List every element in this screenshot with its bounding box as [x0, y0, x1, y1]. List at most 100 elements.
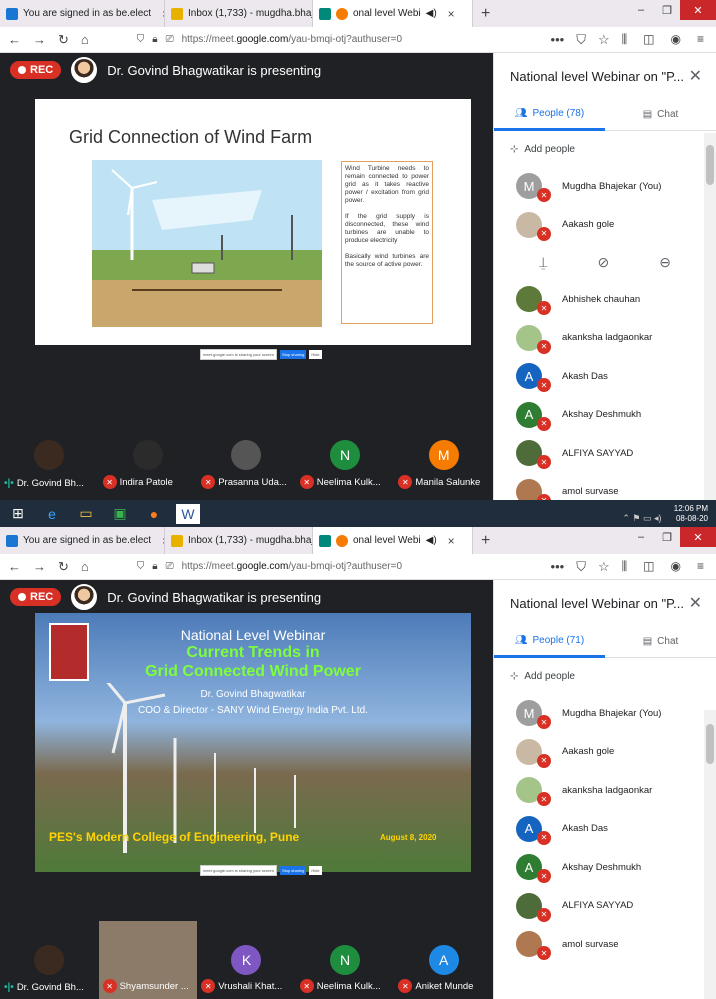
- list-item[interactable]: A ✕ Akash Das: [494, 810, 716, 849]
- avatar: ✕: [516, 931, 551, 961]
- word-icon[interactable]: W: [176, 503, 200, 524]
- browser-tab-inbox[interactable]: Inbox (1,733) - mugdha.bhajek ×: [165, 527, 313, 554]
- mute-icon[interactable]: ⊘: [597, 254, 609, 271]
- speaker-icon[interactable]: ◀): [426, 535, 437, 546]
- thumbnail-tile[interactable]: N ✕ Neelima Kulk...: [296, 921, 395, 999]
- list-item[interactable]: M ✕ Mugdha Bhajekar (You): [494, 694, 716, 733]
- pocket-icon[interactable]: ⛉: [576, 559, 586, 575]
- back-icon[interactable]: ←: [8, 32, 21, 47]
- stop-sharing-button[interactable]: Stop sharing: [279, 866, 307, 875]
- close-panel-icon[interactable]: ✕: [689, 593, 702, 613]
- new-tab-button[interactable]: +: [473, 532, 498, 550]
- address-bar[interactable]: ⛉ 🔒︎ ⎚ https://meet.google.com/yau-bmqi-…: [137, 34, 539, 45]
- close-icon[interactable]: ×: [448, 534, 455, 548]
- forward-icon[interactable]: →: [33, 559, 46, 574]
- list-item[interactable]: ✕ Abhishek chauhan: [494, 280, 716, 319]
- thumbnail-tile[interactable]: K ✕ Vrushali Khat...: [197, 921, 296, 999]
- thumbnail-tile[interactable]: N ✕ Neelima Kulk...: [296, 415, 395, 495]
- home-icon[interactable]: ⌂: [81, 32, 89, 47]
- sidebar-icon[interactable]: ◫: [643, 559, 654, 574]
- store-icon[interactable]: ▣: [108, 504, 132, 524]
- list-item[interactable]: ✕ ALFIYA SAYYAD: [494, 434, 716, 473]
- list-item[interactable]: ✕ ALFIYA SAYYAD: [494, 887, 716, 926]
- browser-tab-signed-in[interactable]: You are signed in as be.elect ×: [0, 527, 165, 554]
- browser-tab-signed-in[interactable]: You are signed in as be.elect ×: [0, 0, 165, 27]
- minimize-icon[interactable]: –: [628, 0, 654, 20]
- tab-people[interactable]: 👥︎ People (71): [494, 626, 605, 658]
- close-panel-icon[interactable]: ✕: [689, 66, 702, 86]
- bookmark-star-icon[interactable]: ☆: [598, 32, 610, 48]
- presenter-avatar: [71, 584, 98, 610]
- list-item[interactable]: ✕ Aakash gole: [494, 733, 716, 772]
- pin-icon[interactable]: ⍊: [539, 254, 547, 271]
- account-icon[interactable]: ◉: [671, 32, 681, 47]
- browser-tab-inbox[interactable]: Inbox (1,733) - mugdha.bhajek ×: [165, 0, 313, 27]
- system-clock[interactable]: ⌃ ⚑ ▭ ◂) 12:06 PM 08-08-20: [622, 504, 716, 524]
- address-bar[interactable]: ⛉ 🔒︎ ⎚ https://meet.google.com/yau-bmqi-…: [137, 561, 539, 572]
- thumbnail-tile[interactable]: ✕ Prasanna Uda...: [197, 415, 296, 495]
- mic-off-icon: ✕: [537, 188, 551, 203]
- list-item[interactable]: ✕ akanksha ladgaonkar: [494, 319, 716, 358]
- browser-tab-meet[interactable]: onal level Webi ◀) ×: [313, 527, 473, 554]
- new-tab-button[interactable]: +: [473, 5, 498, 23]
- firefox-icon[interactable]: ●: [142, 504, 166, 524]
- permissions-icon[interactable]: ⎚: [166, 561, 174, 572]
- mic-off-icon: ✕: [299, 475, 314, 489]
- windows-start-icon[interactable]: ⊞: [6, 504, 30, 524]
- stop-sharing-button[interactable]: Stop sharing: [279, 350, 307, 359]
- list-item[interactable]: M ✕ Mugdha Bhajekar (You): [494, 167, 716, 206]
- thumbnail-tile[interactable]: M ✕ Manila Salunke: [394, 415, 493, 495]
- library-icon[interactable]: ⫼: [622, 32, 628, 47]
- window-close-icon[interactable]: ✕: [680, 527, 716, 547]
- add-people-button[interactable]: ⊹ Add people: [494, 658, 716, 694]
- hide-button[interactable]: Hide: [309, 350, 322, 359]
- shared-slide: Grid Connection of Wind Farm Wind Turbin…: [35, 99, 471, 360]
- tab-chat[interactable]: ▤ Chat: [605, 626, 716, 658]
- system-tray-icon[interactable]: ⌃ ⚑ ▭ ◂): [622, 513, 661, 523]
- speaker-icon[interactable]: ◀): [426, 8, 437, 19]
- sidebar-icon[interactable]: ◫: [643, 32, 654, 47]
- permissions-icon[interactable]: ⎚: [166, 34, 174, 45]
- library-icon[interactable]: ⫼: [622, 559, 628, 574]
- panel-scrollbar[interactable]: [704, 133, 716, 500]
- ie-icon[interactable]: e: [40, 504, 64, 524]
- list-item[interactable]: ✕ Aakash gole: [494, 206, 716, 245]
- reload-icon[interactable]: ↻: [58, 559, 69, 575]
- s-icon: [6, 534, 18, 547]
- thumbnail-tile[interactable]: •|• Dr. Govind Bh...: [0, 921, 99, 999]
- forward-icon[interactable]: →: [33, 32, 46, 47]
- pocket-icon[interactable]: ⛉: [576, 32, 586, 48]
- list-item[interactable]: A ✕ Akash Das: [494, 357, 716, 396]
- menu-icon[interactable]: ≡: [697, 559, 704, 574]
- page-actions-icon[interactable]: •••: [551, 559, 565, 574]
- panel-scrollbar[interactable]: [704, 710, 716, 999]
- restore-icon[interactable]: ❐: [654, 527, 680, 547]
- reload-icon[interactable]: ↻: [58, 32, 69, 48]
- list-item[interactable]: A ✕ Akshay Deshmukh: [494, 396, 716, 435]
- list-item[interactable]: ✕amol survase: [494, 925, 716, 964]
- close-icon[interactable]: ×: [448, 7, 455, 21]
- restore-icon[interactable]: ❐: [654, 0, 680, 20]
- back-icon[interactable]: ←: [8, 559, 21, 574]
- menu-icon[interactable]: ≡: [697, 32, 704, 47]
- hide-button[interactable]: Hide: [309, 866, 322, 875]
- file-explorer-icon[interactable]: ▭: [74, 504, 98, 524]
- browser-tab-meet[interactable]: onal level Webi ◀) ×: [313, 0, 473, 27]
- tab-people[interactable]: 👥︎ People (78): [494, 99, 605, 131]
- add-people-button[interactable]: ⊹ Add people: [494, 131, 716, 167]
- thumbnail-tile[interactable]: •|• Dr. Govind Bh...: [0, 415, 99, 495]
- remove-icon[interactable]: ⊖: [659, 254, 671, 271]
- thumbnail-tile[interactable]: ✕ Shyamsunder ...: [98, 921, 198, 999]
- tab-chat[interactable]: ▤ Chat: [605, 99, 716, 131]
- list-item[interactable]: A ✕ Akshay Deshmukh: [494, 848, 716, 887]
- thumbnail-tile[interactable]: A ✕ Aniket Munde: [394, 921, 493, 999]
- meet-icon: [319, 534, 331, 547]
- minimize-icon[interactable]: –: [628, 527, 654, 547]
- window-close-icon[interactable]: ✕: [680, 0, 716, 20]
- thumbnail-tile[interactable]: ✕ Indira Patole: [99, 415, 198, 495]
- home-icon[interactable]: ⌂: [81, 559, 89, 574]
- page-actions-icon[interactable]: •••: [551, 32, 565, 47]
- bookmark-star-icon[interactable]: ☆: [598, 559, 610, 575]
- account-icon[interactable]: ◉: [671, 559, 681, 574]
- list-item[interactable]: ✕ akanksha ladgaonkar: [494, 771, 716, 810]
